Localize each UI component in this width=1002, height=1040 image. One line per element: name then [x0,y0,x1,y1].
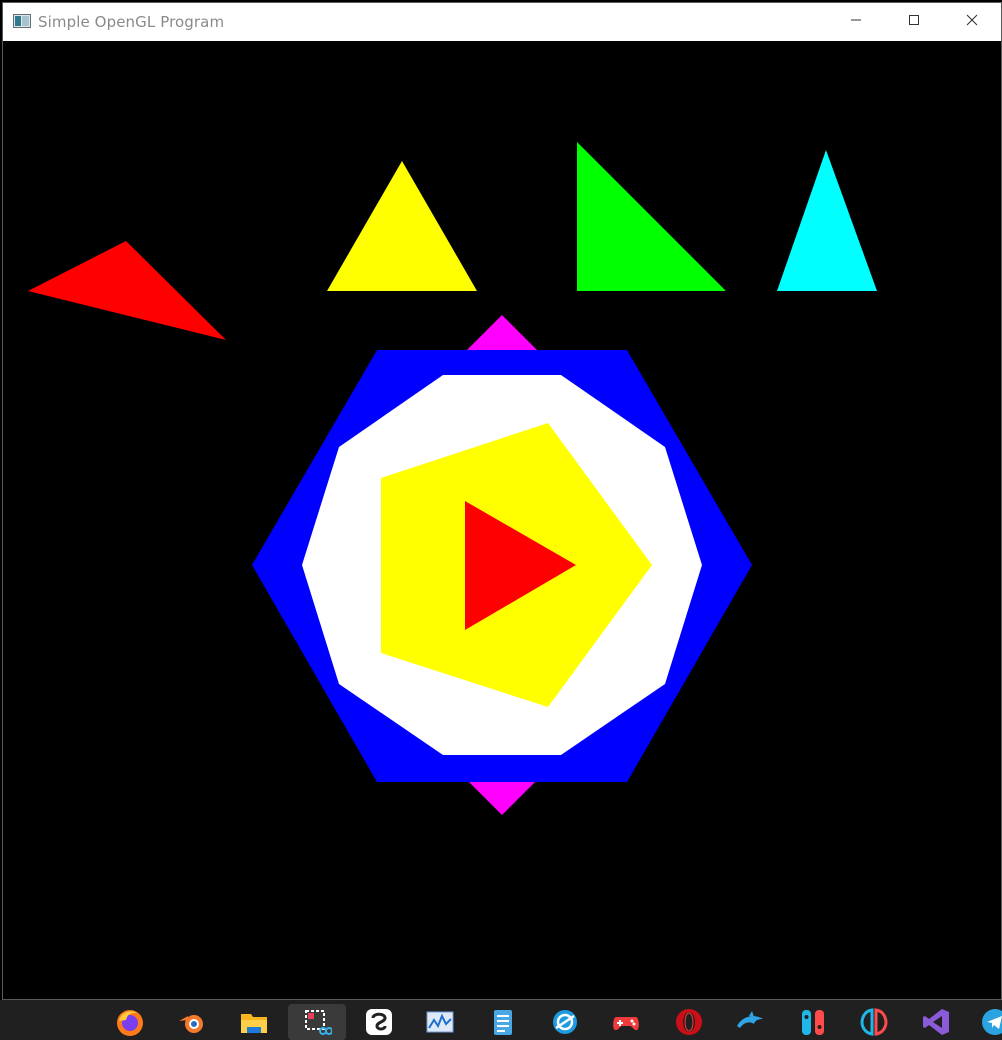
taskbar-notepad[interactable] [474,1004,532,1040]
opengl-window: Simple OpenGL Program [2,2,1002,1000]
file-explorer-icon [239,1007,269,1037]
taskbar-visual-studio[interactable] [907,1004,965,1040]
cyan-triangle [777,150,877,291]
switch-emulator-icon [798,1007,828,1037]
firefox-icon [115,1007,145,1037]
taskbar-switch-emulator[interactable] [784,1004,842,1040]
browser-icon [550,1007,580,1037]
taskbar-snipping-tool[interactable] [288,1004,346,1040]
red-triangle-left [28,241,226,340]
opengl-canvas[interactable] [3,41,1001,999]
taskbar-clip-studio[interactable] [350,1004,408,1040]
yellow-triangle [327,161,477,291]
telegram-icon [980,1007,1002,1037]
taskbar-yuzu[interactable] [845,1004,903,1040]
notepad-icon [488,1007,518,1037]
opera-icon [674,1007,704,1037]
taskbar-firefox[interactable] [101,1004,159,1040]
taskbar-dolphin[interactable] [721,1004,779,1040]
taskbar-game[interactable] [597,1004,655,1040]
blender-icon [176,1007,206,1037]
taskbar-file-explorer[interactable] [225,1004,283,1040]
taskbar-browser[interactable] [536,1004,594,1040]
scene [28,142,877,815]
game-controller-icon [611,1007,641,1037]
resource-monitor-icon [425,1007,455,1037]
taskbar [0,1000,1002,1040]
taskbar-blender[interactable] [162,1004,220,1040]
snipping-tool-icon [302,1007,332,1037]
visual-studio-icon [921,1007,951,1037]
taskbar-resource-monitor[interactable] [411,1004,469,1040]
dolphin-icon [735,1007,765,1037]
green-right-triangle [577,142,726,291]
taskbar-telegram[interactable] [966,1004,1002,1040]
taskbar-opera[interactable] [660,1004,718,1040]
clip-studio-icon [364,1007,394,1037]
yuzu-icon [859,1007,889,1037]
